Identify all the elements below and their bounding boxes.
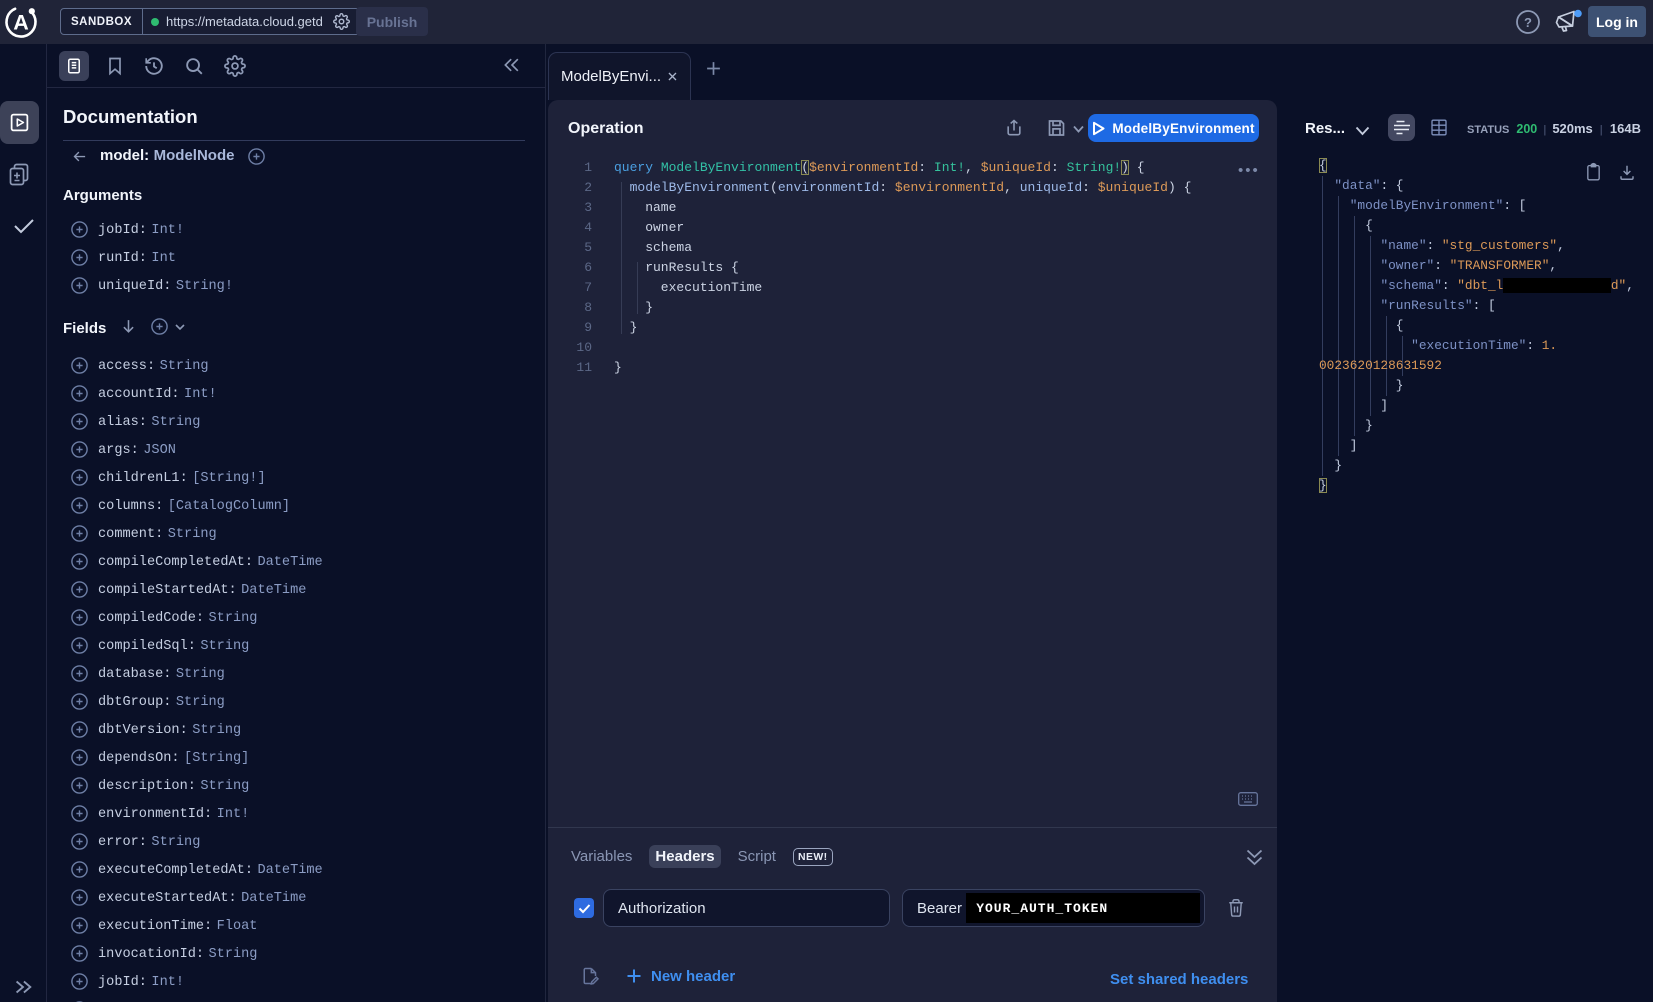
svg-text:A: A [13,11,29,35]
svg-text:?: ? [1524,15,1532,30]
